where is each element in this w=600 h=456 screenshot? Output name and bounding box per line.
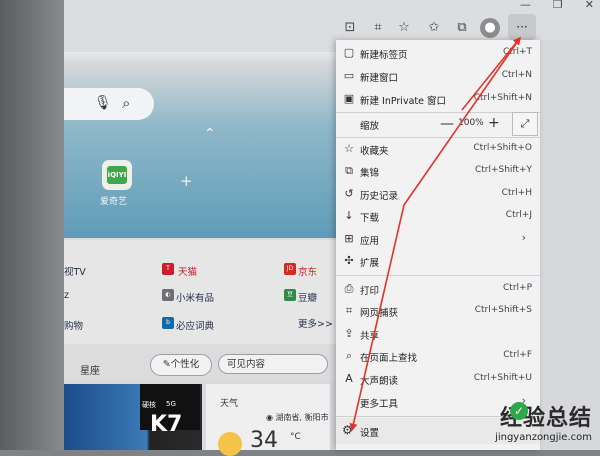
menu-item-history[interactable]: ↺ 历史记录 Ctrl+H	[336, 183, 540, 205]
new-tab-icon: ▢	[343, 46, 355, 59]
restore-icon[interactable]: ❐	[553, 0, 563, 11]
bing-icon: b	[162, 317, 174, 329]
phone-5g-label: 5G	[166, 400, 176, 408]
menu-item-web-capture[interactable]: ⌗ 网页捕获 Ctrl+Shift+S	[336, 300, 540, 322]
monitor-bezel	[0, 0, 66, 450]
menu-item-extensions[interactable]: ✣ 扩展	[336, 250, 540, 272]
menu-item-collections[interactable]: ⧉ 集锦 Ctrl+Shift+Y	[336, 160, 540, 182]
link-z[interactable]: z	[64, 290, 69, 301]
link-bing-dict[interactable]: 必应词典	[176, 318, 214, 332]
settings-menu: ▢ 新建标签页 Ctrl+T ▭ 新建窗口 Ctrl+N ▣ 新建 InPriv…	[336, 40, 540, 450]
menu-item-zoom: 缩放	[360, 121, 380, 132]
menu-item-apps[interactable]: ⊞ 应用 ›	[336, 228, 540, 250]
link-jd[interactable]: 京东	[298, 264, 317, 278]
chevron-right-icon: ›	[521, 231, 526, 244]
zoom-out-button[interactable]: —	[440, 116, 454, 132]
favorites-bar-icon[interactable]: ✩	[424, 18, 444, 38]
close-icon[interactable]: ✕	[585, 0, 594, 11]
weather-location: ◉ 湖南省, 衡阳市	[266, 413, 329, 422]
profile-avatar-icon[interactable]: ●	[480, 18, 500, 38]
link-shopping[interactable]: 购物	[64, 318, 83, 332]
downloads-icon: ↓	[344, 209, 354, 222]
favorites-icon: ☆	[344, 142, 354, 155]
douban-icon: 豆	[284, 289, 296, 301]
temperature: 34	[250, 428, 278, 453]
xiaomi-icon: ◐	[162, 289, 174, 301]
page-right-area	[540, 40, 600, 450]
zoom-in-button[interactable]: +	[488, 115, 500, 131]
menu-item-read-aloud[interactable]: A 大声朗读 Ctrl+Shift+U	[336, 368, 540, 390]
menu-item-downloads[interactable]: ↓ 下载 Ctrl+J	[336, 205, 540, 227]
check-icon: ✓	[510, 402, 528, 420]
microphone-icon[interactable]: 🎙	[94, 95, 112, 111]
fullscreen-button[interactable]: ⤢	[512, 112, 538, 136]
menu-item-new-window[interactable]: ▭ 新建窗口 Ctrl+N	[336, 65, 540, 87]
sun-icon	[218, 432, 242, 456]
window-controls: — ❐ ✕	[520, 0, 594, 11]
quick-link-iqiyi[interactable]: iQIYI	[102, 160, 132, 190]
location-pin-icon: ◉	[266, 413, 276, 422]
collections-icon[interactable]: ⧉	[452, 18, 472, 38]
history-icon: ↺	[344, 187, 354, 200]
print-icon: ⎙	[344, 282, 354, 295]
share-icon: ⇪	[344, 327, 354, 340]
find-icon: ⌕	[345, 349, 353, 362]
watermark: 经验总结 jingyanzongjie.com ✓	[495, 400, 592, 443]
inprivate-icon: ▣	[343, 92, 355, 105]
tmall-icon: T	[162, 263, 174, 275]
menu-item-share[interactable]: ⇪ 共享	[336, 323, 540, 345]
link-more[interactable]: 更多>>	[298, 316, 333, 330]
phone-prefix: 硬核	[142, 401, 156, 409]
collections-menu-icon: ⧉	[345, 164, 353, 177]
watermark-title: 经验总结	[499, 406, 592, 431]
menu-item-find[interactable]: ⌕ 在页面上查找 Ctrl+F	[336, 345, 540, 367]
link-tmall[interactable]: 天猫	[178, 264, 197, 278]
settings-icon: ⚙	[342, 423, 353, 437]
link-tv[interactable]: 视TV	[64, 264, 86, 278]
minimize-icon[interactable]: —	[520, 0, 531, 11]
settings-and-more-button[interactable]: ···	[508, 14, 536, 40]
add-quick-link-button[interactable]: +	[180, 172, 193, 190]
favorite-star-icon[interactable]: ☆	[394, 18, 414, 38]
zoom-level: 100%	[458, 118, 484, 128]
extensions-icon: ✣	[344, 254, 354, 267]
personalize-button[interactable]: ✎个性化	[150, 354, 212, 376]
quick-link-label: 爱奇艺	[100, 197, 128, 207]
menu-divider	[336, 275, 540, 276]
menu-item-favorites[interactable]: ☆ 收藏夹 Ctrl+Shift+O	[336, 138, 540, 160]
read-view-icon[interactable]: ⊡	[340, 18, 360, 38]
pencil-icon: ✎	[162, 359, 171, 370]
watermark-url: jingyanzongjie.com	[495, 432, 592, 443]
jd-icon: JD	[284, 263, 296, 275]
link-xiaomi-youpin[interactable]: 小米有品	[176, 290, 214, 304]
visible-content-select[interactable]: 可见内容	[218, 354, 328, 374]
qr-icon[interactable]: ⌗	[368, 18, 388, 38]
link-douban[interactable]: 豆瓣	[298, 290, 317, 304]
search-icon[interactable]: ⌕	[122, 94, 130, 112]
apps-icon: ⊞	[344, 232, 354, 245]
web-capture-icon: ⌗	[345, 304, 353, 317]
new-window-icon: ▭	[343, 69, 355, 82]
read-aloud-icon: A	[345, 372, 353, 385]
menu-item-new-tab[interactable]: ▢ 新建标签页 Ctrl+T	[336, 42, 540, 64]
iqiyi-logo: iQIYI	[107, 166, 127, 184]
menu-item-new-inprivate[interactable]: ▣ 新建 InPrivate 窗口 Ctrl+Shift+N	[336, 88, 540, 110]
chevron-up-icon[interactable]: ⌃	[204, 126, 216, 142]
temperature-unit: °C	[290, 432, 301, 442]
phone-model: K7	[150, 412, 183, 437]
new-tab-background	[64, 52, 336, 238]
menu-item-print[interactable]: ⎙ 打印 Ctrl+P	[336, 278, 540, 300]
tab-horoscope[interactable]: 星座	[80, 362, 100, 377]
weather-title: 天气	[220, 399, 239, 409]
